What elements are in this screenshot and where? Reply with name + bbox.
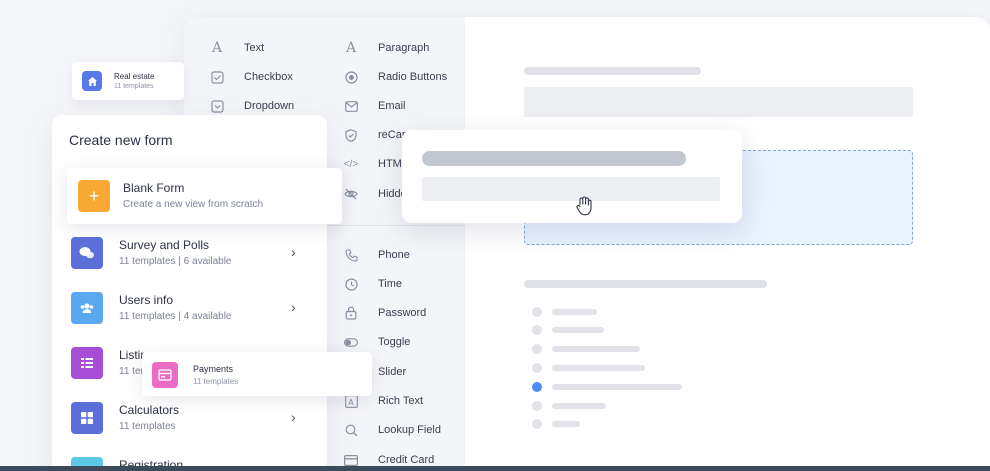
blank-form-subtitle: Create a new view from scratch [123,199,264,210]
users-icon [71,292,103,324]
option-skeleton [552,346,640,352]
radio-option-skeleton [532,344,542,354]
panel-title: Create new form [69,132,173,148]
field-input-skeleton [422,177,720,201]
palette-divider [324,225,465,226]
dropdown-icon [210,99,224,113]
radio-icon [344,70,358,84]
radio-option-skeleton [532,307,542,317]
palette-field-paragraph[interactable]: A Paragraph [344,40,429,56]
svg-text:A: A [348,398,354,407]
chevron-right-icon: › [291,409,296,425]
plus-icon: + [78,180,110,212]
palette-field-rich-text[interactable]: A Rich Text [344,394,423,408]
credit-card-icon [344,453,358,467]
blank-form-option[interactable]: + Blank Form Create a new view from scra… [67,168,342,224]
payment-card-icon [152,362,178,388]
palette-field-email[interactable]: Email [344,99,406,113]
toggle-icon [344,335,358,349]
template-count: 11 templates [114,82,154,90]
rich-text-icon: A [344,394,358,408]
blank-form-title: Blank Form [123,181,185,195]
chevron-right-icon: › [291,299,296,315]
radio-option-skeleton [532,401,542,411]
category-title: Survey and Polls [119,238,210,252]
template-chip-real-estate[interactable]: Real estate 11 templates [72,62,184,100]
category-users-info[interactable]: Users info 11 templates | 4 available › [71,288,311,328]
text-icon: A [211,40,223,56]
option-skeleton [552,421,580,427]
clock-icon [344,277,358,291]
option-skeleton [552,384,682,390]
template-title: Real estate [114,71,155,81]
category-subtitle: 11 templates | 6 available [119,256,232,267]
palette-field-text[interactable]: A Text [210,40,264,56]
list-icon [71,347,103,379]
email-icon [344,99,358,113]
template-count: 11 templates [193,377,239,386]
radio-option-skeleton [532,419,542,429]
phone-icon [344,248,358,262]
lock-icon [344,306,358,320]
checkbox-icon [210,70,224,84]
category-survey-polls[interactable]: Survey and Polls 11 templates | 6 availa… [71,233,311,273]
palette-field-lookup[interactable]: Lookup Field [344,423,441,437]
palette-field-time[interactable]: Time [344,277,402,291]
create-form-panel: Create new form + Blank Form Create a ne… [52,115,342,471]
palette-field-phone[interactable]: Phone [344,248,410,262]
category-calculators[interactable]: Calculators 11 templates › [71,398,311,438]
shield-icon [344,128,358,142]
canvas-skeleton-label [524,280,767,288]
grab-hand-icon [575,196,593,216]
palette-field-checkbox[interactable]: Checkbox [210,70,293,84]
search-icon [344,423,358,437]
canvas-skeleton-input [524,87,913,117]
calculator-icon [71,402,103,434]
option-skeleton [552,309,597,315]
palette-field-credit-card[interactable]: Credit Card [344,453,434,467]
radio-option-selected [532,382,542,392]
category-subtitle: 11 templates | 4 available [119,311,232,322]
category-title: Calculators [119,403,180,417]
radio-option-skeleton [532,325,542,335]
option-skeleton [552,365,645,371]
chevron-right-icon: › [291,244,296,260]
radio-option-skeleton [532,363,542,373]
template-chip-payments[interactable]: Payments 11 templates [142,352,372,396]
palette-field-toggle[interactable]: Toggle [344,335,410,349]
dragged-field-card[interactable] [402,130,742,223]
palette-field-html[interactable]: </> HTML [344,157,408,171]
category-subtitle: 11 templates [119,421,176,432]
code-icon: </> [343,158,359,170]
eye-off-icon [344,187,358,201]
template-title: Payments [193,364,234,374]
field-label-skeleton [422,151,686,166]
palette-field-dropdown[interactable]: Dropdown [210,99,294,113]
palette-field-password[interactable]: Password [344,306,426,320]
option-skeleton [552,327,604,333]
palette-field-radio[interactable]: Radio Buttons [344,70,447,84]
paragraph-icon: A [345,40,357,56]
home-icon [82,71,102,91]
option-skeleton [552,403,606,409]
category-title: Users info [119,293,174,307]
chat-bubbles-icon [71,237,103,269]
canvas-skeleton-label [524,67,701,75]
bottom-edge-bar [0,466,990,471]
